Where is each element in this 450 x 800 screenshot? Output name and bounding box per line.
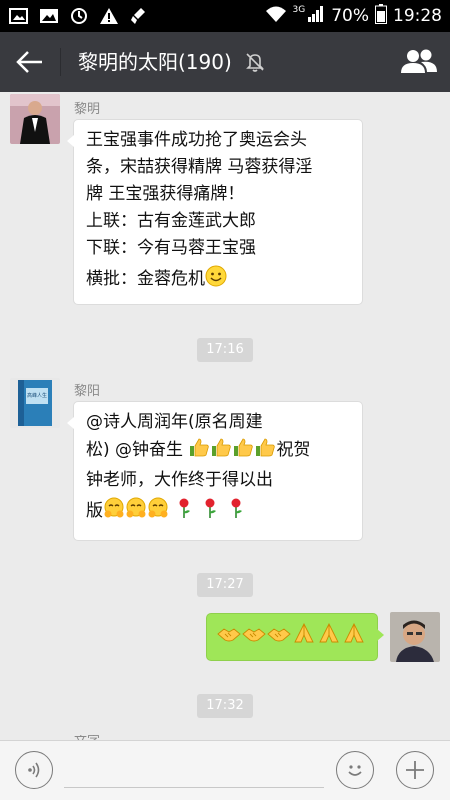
wifi-icon: [265, 5, 287, 28]
smiley-icon: [348, 765, 362, 776]
group-people-icon: [401, 49, 437, 73]
more-button[interactable]: [396, 751, 434, 789]
book-title: 高峰人生: [27, 393, 48, 399]
my-avatar[interactable]: [390, 612, 440, 662]
hug-emoji-icon: [103, 497, 125, 528]
status-bar: 3G 70% 19:28: [0, 0, 450, 32]
back-button[interactable]: [14, 47, 46, 77]
rose-emoji-icon: [199, 497, 221, 528]
handshake-emoji-icon: [242, 622, 266, 653]
chat-messages[interactable]: 黎明 王宝强事件成功抢了奥运会头 条，宋喆获得精牌 马蓉获得淫 牌 王宝强获得痛…: [0, 92, 450, 740]
battery-percent: 70%: [331, 6, 369, 26]
chat-title: 黎明的太阳(190): [78, 50, 232, 74]
timestamp: 17:32: [197, 694, 253, 718]
thumbs-up-emoji-icon: [232, 436, 254, 467]
praying-hands-emoji-icon: [317, 622, 341, 653]
message-line: 版: [86, 501, 103, 521]
timestamp: 17:27: [197, 573, 253, 597]
message-line: 上联：古有金莲武大郎: [86, 211, 256, 231]
message-line: 下联：今有马蓉王宝强: [86, 238, 256, 258]
thumbs-up-emoji-icon: [188, 436, 210, 467]
image-icon: [38, 5, 60, 27]
handshake-emoji-icon: [217, 622, 241, 653]
voice-icon: [28, 762, 40, 778]
cleaner-icon: [128, 5, 150, 27]
group-members-button[interactable]: [400, 45, 438, 79]
clock: 19:28: [393, 6, 442, 26]
thumbs-up-emoji-icon: [254, 436, 276, 467]
message-line: 祝贺: [276, 440, 311, 460]
rose-emoji-icon: [173, 497, 195, 528]
sender-name: 黎明: [74, 102, 101, 117]
message-bubble[interactable]: @诗人周润年(原名周建 松) @钟奋生 祝贺 钟老师，大作终于得以出 版: [67, 401, 363, 541]
smile-emoji-icon: [205, 265, 227, 296]
sync-icon: [68, 5, 90, 27]
my-message-bubble[interactable]: [206, 613, 384, 661]
warning-image-icon: [8, 5, 30, 27]
message-line: 横批：金蓉危机: [86, 269, 205, 289]
praying-hands-emoji-icon: [342, 622, 366, 653]
signal-icon: [307, 5, 325, 28]
message-line: 王宝强事件成功抢了奥运会头: [86, 130, 307, 150]
message-line: 条，宋喆获得精牌 马蓉获得淫: [86, 157, 313, 177]
thumbs-up-emoji-icon: [210, 436, 232, 467]
handshake-emoji-icon: [267, 622, 291, 653]
hug-emoji-icon: [125, 497, 147, 528]
battery-icon: [375, 3, 387, 29]
message-input[interactable]: [64, 753, 324, 788]
message-line: 松) @钟奋生: [86, 440, 184, 460]
network-type: 3G: [292, 5, 306, 15]
praying-hands-emoji-icon: [292, 622, 316, 653]
mute-bell-icon: [244, 51, 266, 73]
sender-avatar[interactable]: [10, 733, 60, 740]
plus-icon: [406, 761, 424, 779]
emoji-button[interactable]: [336, 751, 374, 789]
divider: [60, 48, 61, 76]
alert-icon: [98, 5, 120, 27]
timestamp: 17:16: [197, 338, 253, 362]
rose-emoji-icon: [225, 497, 247, 528]
message-line: @诗人周润年(原名周建: [86, 412, 263, 432]
sender-name: 黎阳: [74, 384, 101, 399]
sender-avatar[interactable]: [10, 94, 60, 144]
sender-avatar[interactable]: 高峰人生: [10, 378, 60, 428]
message-line: 牌 王宝强获得痛牌！: [86, 184, 245, 204]
back-arrow-icon: [16, 51, 42, 73]
hug-emoji-icon: [147, 497, 169, 528]
voice-button[interactable]: [15, 751, 53, 789]
chat-header: 黎明的太阳(190): [0, 32, 450, 92]
emoji-row: [217, 614, 367, 660]
input-bar: [0, 740, 450, 800]
message-line: 钟老师，大作终于得以出: [86, 470, 273, 490]
message-bubble[interactable]: 王宝强事件成功抢了奥运会头 条，宋喆获得精牌 马蓉获得淫 牌 王宝强获得痛牌！ …: [67, 119, 363, 305]
